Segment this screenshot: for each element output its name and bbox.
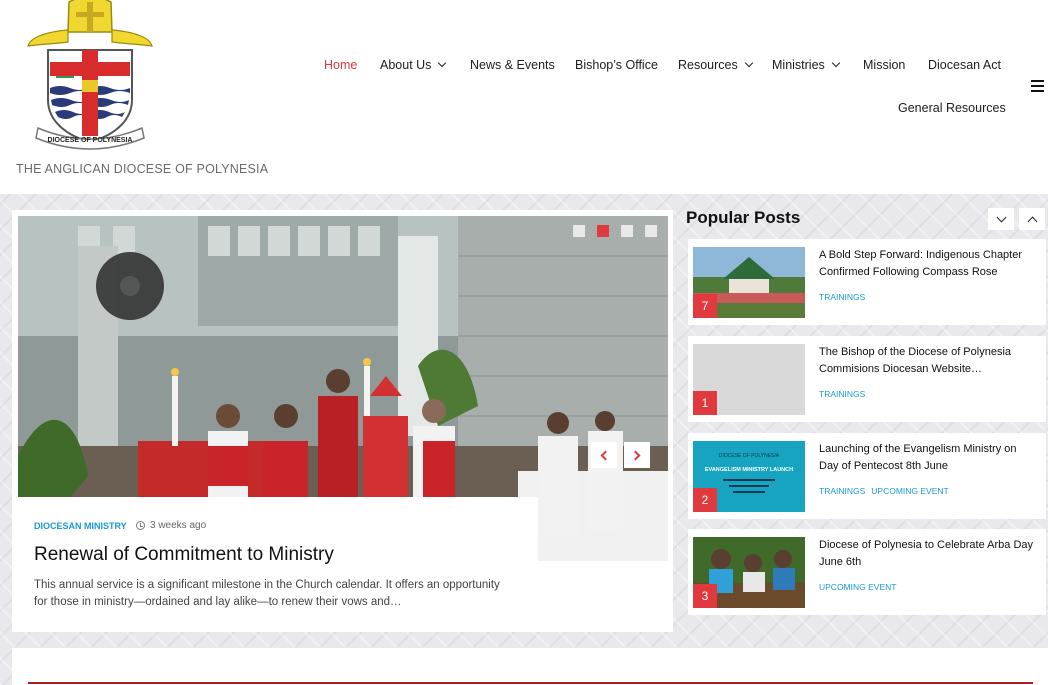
site-tagline: THE ANGLICAN DIOCESE OF POLYNESIA bbox=[16, 162, 269, 176]
slider-next-button[interactable] bbox=[624, 442, 650, 468]
slider-dot-3[interactable] bbox=[621, 225, 633, 237]
chevron-down-icon bbox=[744, 58, 753, 68]
slider-dot-4[interactable] bbox=[645, 225, 657, 237]
next-section-card bbox=[12, 648, 1048, 685]
post-title[interactable]: Diocese of Polynesia to Celebrate Arba D… bbox=[819, 537, 1037, 570]
post-tag[interactable]: UPCOMING EVENT bbox=[819, 582, 896, 592]
post-rank-badge: 1 bbox=[693, 391, 717, 415]
nav-resources[interactable]: Resources bbox=[678, 58, 753, 72]
slide-category[interactable]: DIOCESAN MINISTRY bbox=[34, 521, 127, 531]
nav-resources-label: Resources bbox=[678, 58, 738, 72]
post-tag[interactable]: TRAININGS bbox=[819, 389, 865, 399]
popular-post-item[interactable]: DIOCESE OF POLYNESIA EVANGELISM MINISTRY… bbox=[688, 433, 1046, 519]
post-rank-badge: 7 bbox=[693, 294, 717, 318]
post-tag[interactable]: TRAININGS bbox=[819, 292, 865, 302]
popular-posts-down-button[interactable] bbox=[988, 208, 1014, 230]
nav-general-resources[interactable]: General Resources bbox=[898, 101, 1006, 115]
popular-posts-up-button[interactable] bbox=[1019, 208, 1045, 230]
post-title[interactable]: A Bold Step Forward: Indigenous Chapter … bbox=[819, 247, 1037, 281]
slider-prev-button[interactable] bbox=[591, 442, 617, 468]
nav-home-label: Home bbox=[324, 58, 358, 72]
chevron-down-icon bbox=[438, 58, 447, 68]
post-title[interactable]: The Bishop of the Diocese of Polynesia C… bbox=[819, 344, 1037, 377]
post-rank-badge: 3 bbox=[693, 584, 717, 608]
chevron-down-icon bbox=[996, 212, 1006, 222]
nav-mission-label: Mission bbox=[863, 58, 906, 72]
slide-time-text: 3 weeks ago bbox=[150, 520, 207, 531]
nav-ministries[interactable]: Ministries bbox=[772, 58, 841, 72]
chevron-right-icon bbox=[630, 450, 641, 460]
nav-about-us[interactable]: About Us bbox=[380, 58, 447, 72]
nav-home[interactable]: Home bbox=[324, 58, 357, 72]
thumb-launch-text: EVANGELISM MINISTRY LAUNCH bbox=[705, 467, 793, 473]
post-tags: TRAININGS UPCOMING EVENT bbox=[819, 486, 949, 496]
popular-post-item[interactable]: 3 Diocese of Polynesia to Celebrate Arba… bbox=[688, 529, 1046, 615]
popular-post-item[interactable]: 1 The Bishop of the Diocese of Polynesia… bbox=[688, 336, 1046, 422]
post-tag[interactable]: TRAININGS bbox=[819, 486, 865, 496]
diocese-logo[interactable]: DIOCESE OF POLYNESIA bbox=[24, 0, 156, 150]
nav-bishops-office-label: Bishop’s Office bbox=[575, 58, 658, 72]
clock-icon bbox=[136, 521, 145, 530]
site-header: DIOCESE OF POLYNESIA THE ANGLICAN DIOCES… bbox=[0, 0, 1048, 194]
post-tags: TRAININGS bbox=[819, 389, 865, 399]
section-divider bbox=[28, 682, 1033, 684]
nav-ministries-label: Ministries bbox=[772, 58, 825, 72]
post-rank-badge: 2 bbox=[693, 488, 717, 512]
slider-dot-1[interactable] bbox=[573, 225, 585, 237]
thumb-diocese-text: DIOCESE OF POLYNESIA bbox=[719, 453, 780, 459]
post-tag[interactable]: UPCOMING EVENT bbox=[871, 486, 948, 496]
slider-pagination bbox=[573, 225, 657, 237]
slide-caption: DIOCESAN MINISTRY 3 weeks ago Renewal of… bbox=[18, 497, 538, 627]
menu-hamburger-icon[interactable] bbox=[1031, 80, 1044, 92]
nav-diocesan-act-label: Diocesan Act bbox=[928, 58, 1001, 72]
nav-bishops-office[interactable]: Bishop’s Office bbox=[575, 58, 658, 72]
slide-timestamp: 3 weeks ago bbox=[136, 520, 206, 531]
slide-excerpt: This annual service is a significant mil… bbox=[34, 579, 500, 608]
nav-general-resources-label: General Resources bbox=[898, 101, 1006, 115]
nav-news-events[interactable]: News & Events bbox=[470, 58, 555, 72]
nav-news-events-label: News & Events bbox=[470, 58, 555, 72]
slide-title[interactable]: Renewal of Commitment to Ministry bbox=[34, 544, 334, 566]
chevron-left-icon bbox=[600, 450, 611, 460]
post-tags: TRAININGS bbox=[819, 292, 865, 302]
nav-diocesan-act[interactable]: Diocesan Act bbox=[928, 58, 1001, 72]
chevron-down-icon bbox=[831, 58, 841, 68]
popular-post-item[interactable]: 7 A Bold Step Forward: Indigenous Chapte… bbox=[688, 239, 1046, 325]
post-title[interactable]: Launching of the Evangelism Ministry on … bbox=[819, 441, 1037, 474]
popular-posts-heading: Popular Posts bbox=[686, 208, 801, 227]
chevron-up-icon bbox=[1027, 216, 1037, 226]
logo-ribbon-text: DIOCESE OF POLYNESIA bbox=[48, 137, 133, 144]
nav-mission[interactable]: Mission bbox=[863, 58, 905, 72]
nav-about-us-label: About Us bbox=[380, 58, 432, 72]
post-tags: UPCOMING EVENT bbox=[819, 582, 896, 592]
slider-dot-2[interactable] bbox=[597, 225, 609, 237]
